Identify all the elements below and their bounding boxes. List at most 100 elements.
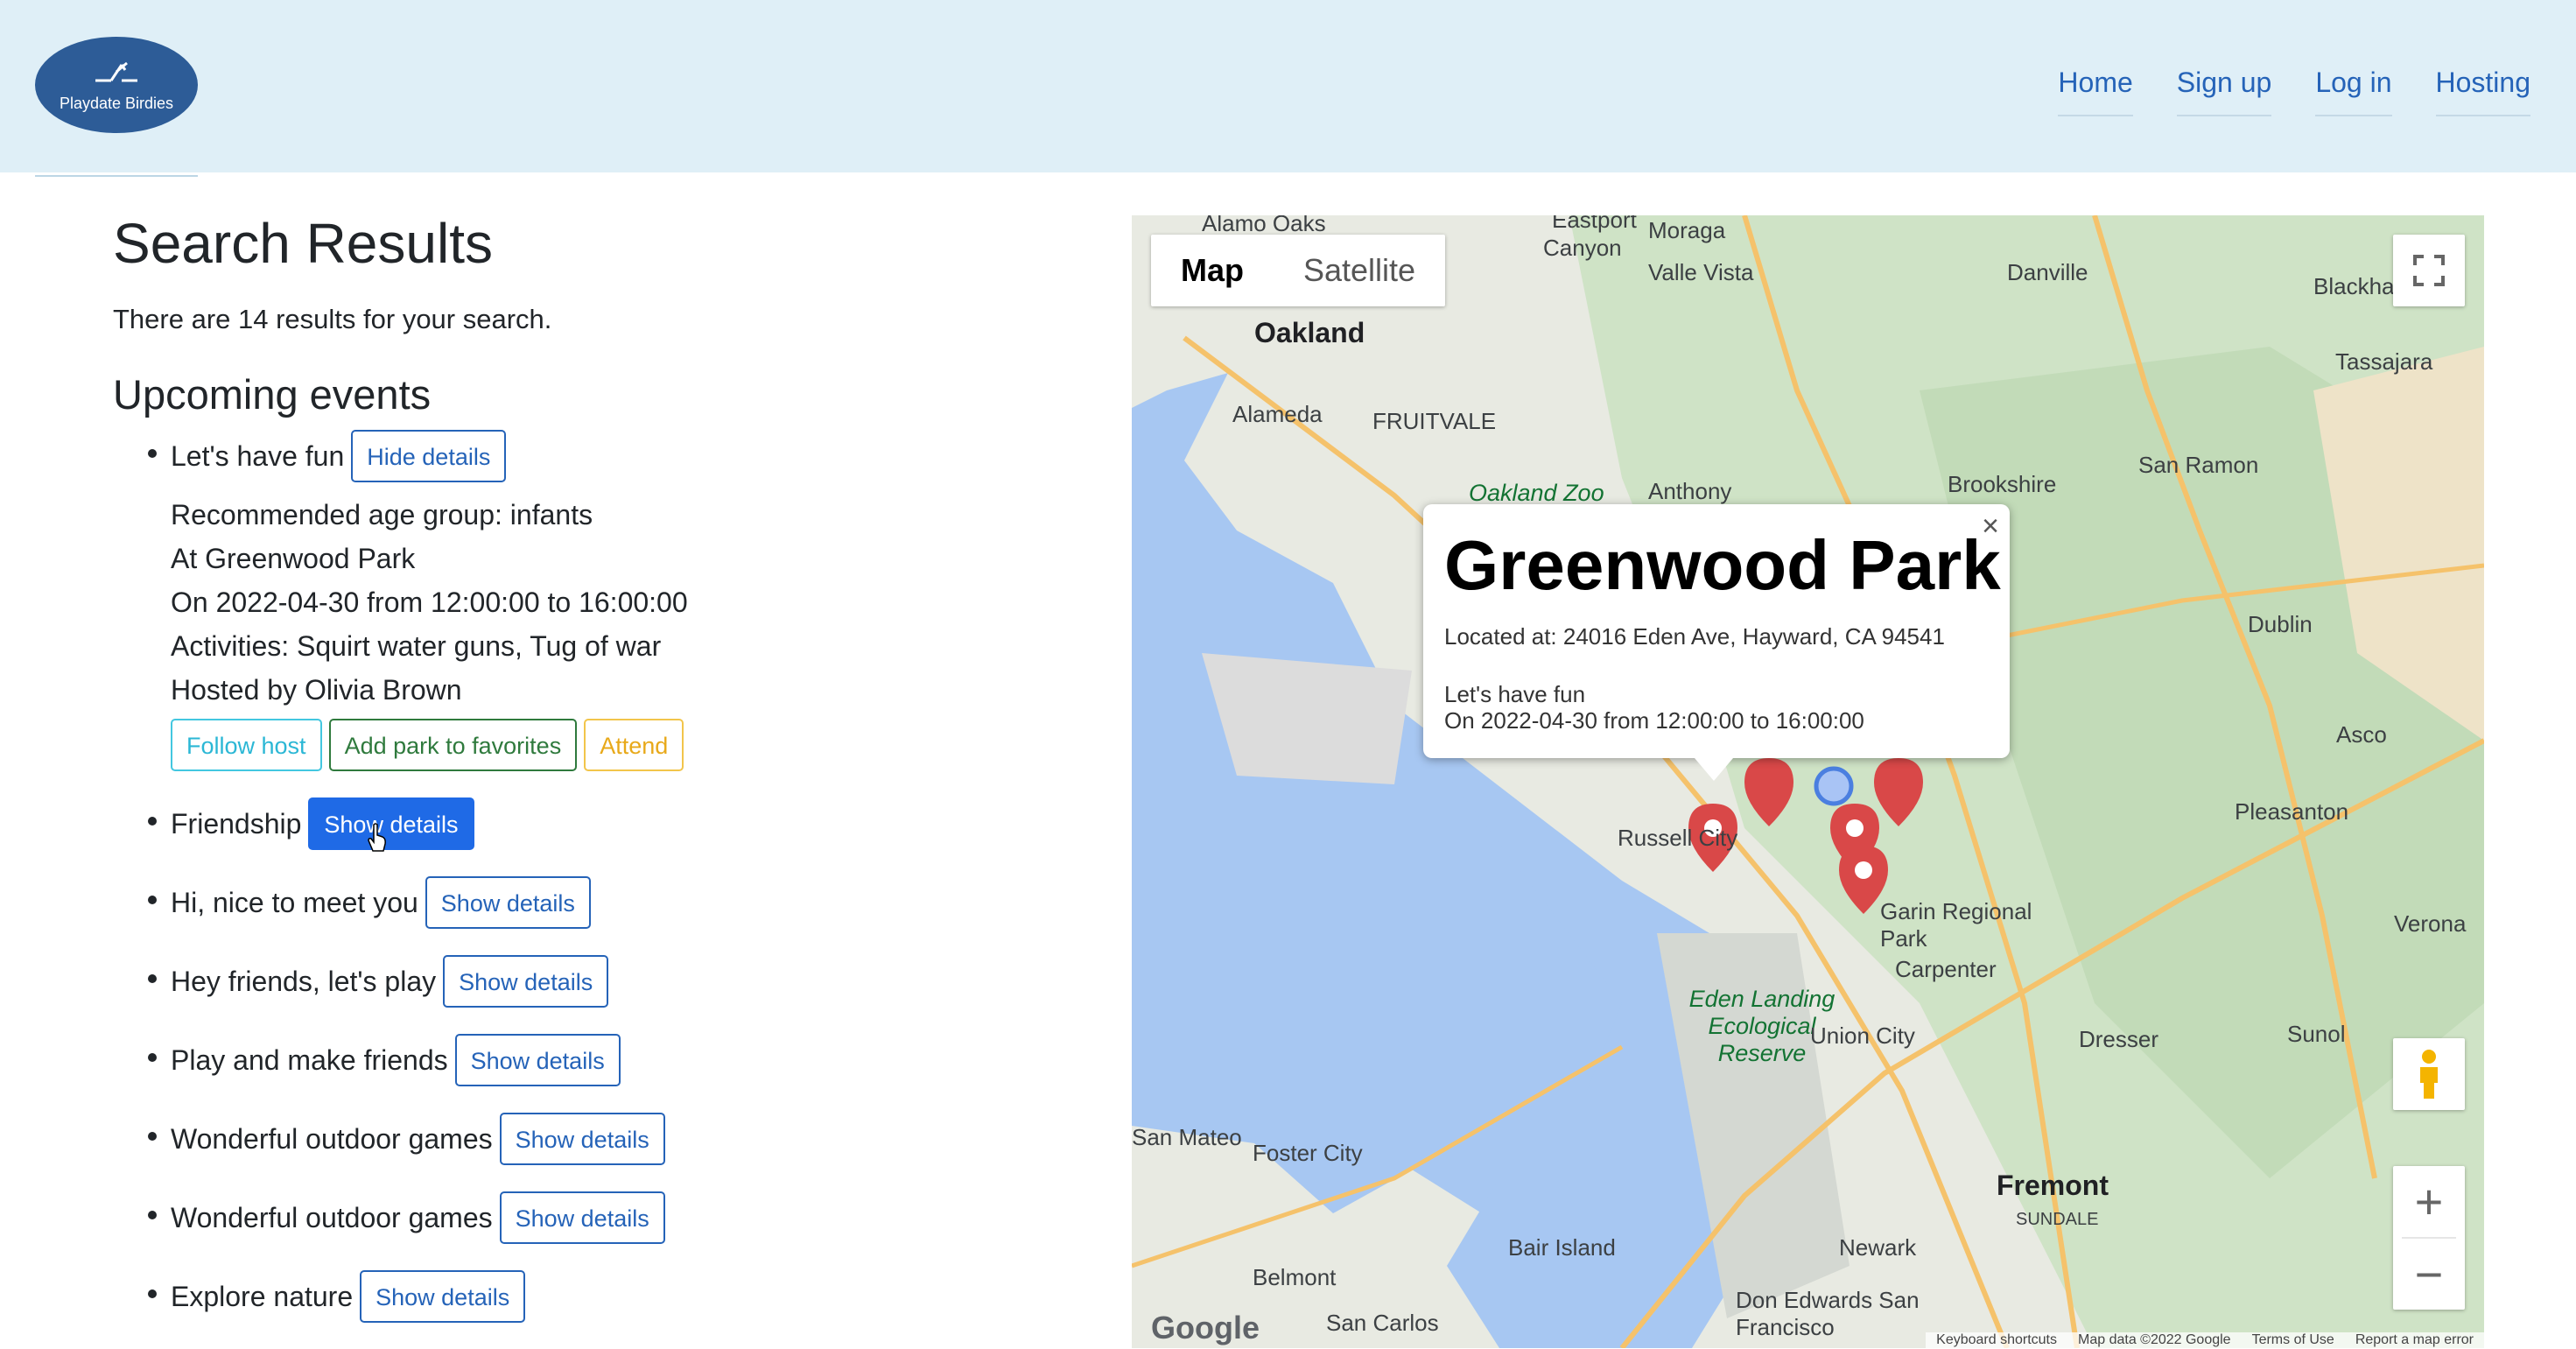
zoom-in-button[interactable]: + <box>2393 1166 2465 1237</box>
map-label: Anthony <box>1648 478 1732 504</box>
fullscreen-icon <box>2413 255 2445 286</box>
map-label: Dublin <box>2248 611 2313 637</box>
map-footer: Keyboard shortcuts Map data ©2022 Google… <box>1926 1332 2484 1348</box>
list-item: Hi, nice to meet you Show details <box>113 876 1076 930</box>
list-item: Explore nature Show details <box>113 1270 1076 1324</box>
info-window-title: Greenwood Park <box>1444 526 2001 604</box>
terms-link[interactable]: Terms of Use <box>2252 1332 2334 1348</box>
map-label: Sunol <box>2287 1021 2346 1047</box>
event-name: Explore nature <box>171 1280 354 1312</box>
logo[interactable]: Playdate Birdies <box>35 37 198 177</box>
show-details-button[interactable]: Show details <box>454 1034 621 1087</box>
map-label: Asco <box>2336 721 2387 748</box>
event-name: Hey friends, let's play <box>171 965 437 997</box>
search-results: Search Results There are 14 results for … <box>113 210 1076 1349</box>
map-label: Moraga <box>1648 217 1726 243</box>
show-details-button[interactable]: Show details <box>425 876 591 930</box>
map-label: Alameda <box>1232 401 1323 427</box>
info-window-event-time: On 2022-04-30 from 12:00:00 to 16:00:00 <box>1444 707 1864 734</box>
section-title: Upcoming events <box>113 370 432 418</box>
info-window-address: Located at: 24016 Eden Ave, Hayward, CA … <box>1444 623 1945 650</box>
event-name: Play and make friends <box>171 1043 448 1076</box>
report-error-link[interactable]: Report a map error <box>2355 1332 2474 1348</box>
map-label: Belmont <box>1253 1264 1337 1290</box>
map-label: Pleasanton <box>2235 798 2349 825</box>
map-label: Valle Vista <box>1648 259 1754 285</box>
map-label: Russell City <box>1618 825 1738 851</box>
map-data-attribution: Map data ©2022 Google <box>2078 1332 2231 1347</box>
show-details-button[interactable]: Show details <box>499 1191 665 1245</box>
event-details: Recommended age group: infants At Greenw… <box>171 493 1076 712</box>
show-details-button[interactable]: Show details <box>360 1270 526 1324</box>
map-label: San Carlos <box>1326 1310 1439 1336</box>
map-label: Union City <box>1810 1022 1915 1049</box>
map-label: Oakland <box>1254 317 1365 348</box>
map-label: Brookshire <box>1948 471 2057 497</box>
zoom-control: + − <box>2393 1166 2465 1310</box>
list-item: Friendship Show details <box>113 797 1076 851</box>
list-item: Let's have fun Hide details Recommended … <box>113 430 1076 772</box>
list-item: Hey friends, let's play Show details <box>113 955 1076 1008</box>
event-name: Let's have fun <box>171 439 345 472</box>
map-label: Dresser <box>2079 1026 2159 1052</box>
map-type-control: Map Satellite <box>1151 235 1446 306</box>
logo-text: Playdate Birdies <box>59 94 174 112</box>
event-location: At Greenwood Park <box>171 543 416 575</box>
page-title: Search Results <box>113 212 493 275</box>
street-view-button[interactable] <box>2393 1038 2465 1110</box>
event-name: Friendship <box>171 807 302 840</box>
google-logo: Google <box>1151 1310 1260 1345</box>
keyboard-shortcuts-link[interactable]: Keyboard shortcuts <box>1936 1332 2057 1348</box>
map-type-satellite[interactable]: Satellite <box>1274 235 1445 306</box>
map-label: Fremont <box>1997 1170 2109 1201</box>
map-type-map[interactable]: Map <box>1151 235 1274 306</box>
map-label: Newark <box>1839 1234 1917 1261</box>
list-item: Play and make friends Show details <box>113 1034 1076 1087</box>
map-label: Verona <box>2394 910 2467 937</box>
show-details-button[interactable]: Show details <box>308 797 474 851</box>
map-label: Bair Island <box>1508 1234 1616 1261</box>
map[interactable]: Alamo Oaks Eastport Moraga Canyon Valle … <box>1132 215 2484 1348</box>
fullscreen-button[interactable] <box>2393 235 2465 306</box>
event-name: Wonderful outdoor games <box>171 1201 493 1233</box>
age-group: Recommended age group: infants <box>171 499 593 531</box>
map-base <box>1132 215 2484 1348</box>
map-label: Canyon <box>1543 235 1622 261</box>
logo-underline <box>35 175 198 177</box>
list-item: Wonderful outdoor games Show details <box>113 1113 1076 1166</box>
map-label: Eastport <box>1552 215 1637 233</box>
info-window: × Greenwood Park Located at: 24016 Eden … <box>1423 504 2010 781</box>
results-summary: There are 14 results for your search. <box>113 303 552 334</box>
nav-sign-up[interactable]: Sign up <box>2176 67 2272 116</box>
event-activities: Activities: Squirt water guns, Tug of wa… <box>171 630 662 663</box>
hand-cursor-icon <box>368 823 386 852</box>
event-name: Hi, nice to meet you <box>171 886 418 918</box>
hide-details-button[interactable]: Hide details <box>351 430 507 483</box>
event-list: Let's have fun Hide details Recommended … <box>113 430 1076 1324</box>
show-details-button[interactable]: Show details <box>443 955 609 1008</box>
map-label: SUNDALE <box>2016 1210 2099 1229</box>
map-label: Oakland Zoo <box>1469 480 1604 506</box>
map-label: Carpenter <box>1895 956 1997 982</box>
pegman-icon <box>2420 1050 2438 1099</box>
zoom-out-button[interactable]: − <box>2393 1239 2465 1310</box>
show-details-button[interactable]: Show details <box>499 1113 665 1166</box>
attend-button[interactable]: Attend <box>584 719 684 772</box>
info-window-event-name: Let's have fun <box>1444 681 1586 707</box>
nav-links: Home Sign up Log in Hosting <box>2014 67 2530 116</box>
event-time: On 2022-04-30 from 12:00:00 to 16:00:00 <box>171 587 688 619</box>
map-label: Garin Regional Park <box>1880 898 2032 952</box>
map-label: San Ramon <box>2138 452 2259 478</box>
event-host: Hosted by Olivia Brown <box>171 674 462 706</box>
map-label: Tassajara <box>2335 348 2433 375</box>
map-label: San Mateo <box>1132 1124 1242 1150</box>
nav-home[interactable]: Home <box>2058 67 2133 116</box>
bird-icon <box>95 61 137 81</box>
map-label: FRUITVALE <box>1372 408 1497 434</box>
map-label: Danville <box>2007 259 2088 285</box>
follow-host-button[interactable]: Follow host <box>171 719 322 772</box>
nav-log-in[interactable]: Log in <box>2315 67 2392 116</box>
add-park-favorites-button[interactable]: Add park to favorites <box>328 719 578 772</box>
nav-hosting[interactable]: Hosting <box>2435 67 2530 116</box>
list-item: Wonderful outdoor games Show details <box>113 1191 1076 1245</box>
